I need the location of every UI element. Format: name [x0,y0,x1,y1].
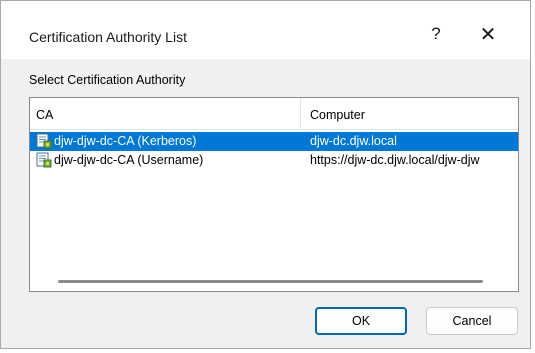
help-button[interactable]: ? [413,17,459,51]
column-header-computer[interactable]: Computer [302,98,518,129]
dialog-title: Certification Authority List [29,29,187,45]
row-ca-name: djw-djw-dc-CA (Username) [54,153,204,167]
ok-button[interactable]: OK [315,307,407,335]
row-computer-name: djw-dc.djw.local [310,134,397,148]
title-bar: Certification Authority List ? ✕ [1,1,530,59]
certification-authority-dialog: Certification Authority List ? ✕ Select … [0,0,531,349]
certificate-authority-icon [36,152,52,168]
horizontal-scrollbar[interactable] [58,280,483,283]
certificate-authority-icon [36,133,52,149]
cancel-button[interactable]: Cancel [426,307,518,335]
list-header: CA Computer [30,98,518,130]
close-button[interactable]: ✕ [465,17,511,51]
ca-list-view[interactable]: CA Computer djw-djw-dc-CA (Kerberos) djw… [29,97,519,292]
select-ca-label: Select Certification Authority [29,73,186,87]
column-header-ca[interactable]: CA [30,98,301,129]
row-ca-name: djw-djw-dc-CA (Kerberos) [54,134,197,148]
list-row-username[interactable]: djw-djw-dc-CA (Username) https://djw-dc.… [30,151,518,170]
list-row-kerberos[interactable]: djw-djw-dc-CA (Kerberos) djw-dc.djw.loca… [30,132,518,151]
row-computer-name: https://djw-dc.djw.local/djw-djw [310,153,480,167]
